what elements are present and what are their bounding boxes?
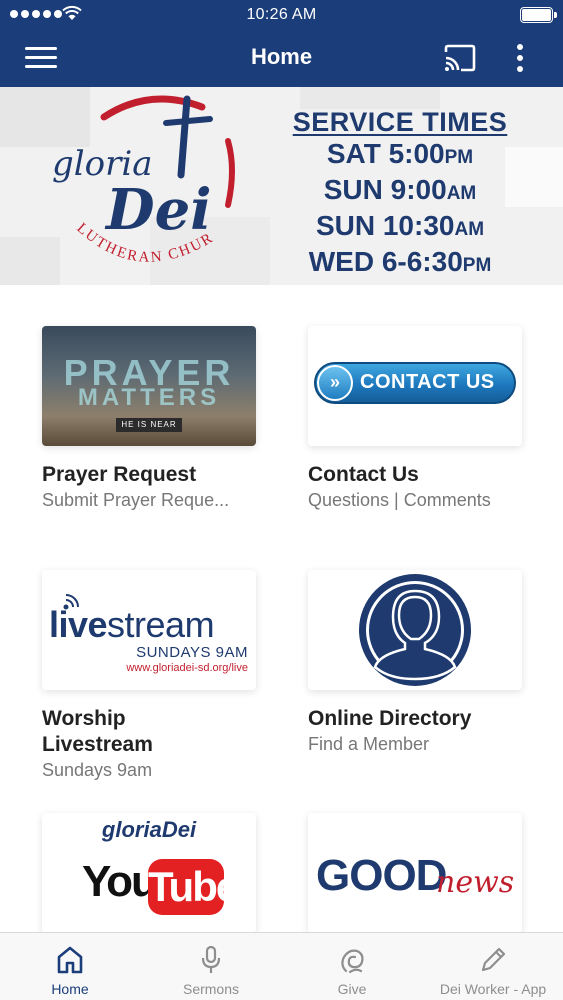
home-icon [57, 946, 83, 974]
service-times-banner[interactable]: gloria Dei LUTHERAN CHURCH SERVICE TIMES… [0, 87, 563, 285]
cast-icon[interactable] [443, 44, 477, 72]
status-bar: 10:26 AM [0, 0, 563, 30]
card-subtitle: Sundays 9am [42, 760, 153, 780]
card-title: Contact Us [308, 463, 419, 486]
livestream-logo-word: livestream [49, 604, 215, 645]
card-worship-livestream[interactable]: livestream SUNDAYS 9AM www.gloriadei-sd.… [42, 570, 256, 781]
contact-us-graphic-text: CONTACT US [360, 371, 495, 393]
youtube-logo-tube: Tube [148, 859, 239, 915]
card-good-news[interactable]: GOOD news [308, 813, 522, 933]
prayer-matters-image: PRAYER MATTERS HE IS NEAR [42, 326, 256, 446]
service-time-line: SUN 9:00AM [323, 174, 477, 205]
card-title: Worship Livestream [42, 707, 153, 756]
good-news-word: GOOD [316, 851, 447, 900]
good-news-script: news [436, 865, 515, 900]
contact-us-image: » CONTACT US [308, 326, 522, 446]
card-contact-us[interactable]: » CONTACT US Contact Us Questions | Comm… [308, 326, 522, 511]
banner-tile [300, 87, 440, 109]
prayer-image-word: MATTERS [77, 384, 221, 411]
livestream-logo-sub: SUNDAYS 9AM [136, 644, 248, 661]
tab-label: Give [337, 981, 367, 997]
app-bar: Home [0, 30, 563, 87]
card-subtitle: Questions | Comments [308, 490, 491, 510]
card-subtitle: Submit Prayer Reque... [42, 490, 230, 510]
service-time-line: WED 6-6:30PM [308, 246, 492, 277]
youtube-brand-word: gloriaDei [101, 817, 197, 842]
prayer-image-banner: HE IS NEAR [116, 418, 182, 432]
livestream-image: livestream SUNDAYS 9AM www.gloriadei-sd.… [42, 570, 256, 690]
battery-icon [520, 7, 557, 23]
tab-label: Sermons [182, 981, 240, 997]
card-title: Prayer Request [42, 463, 197, 486]
service-times-heading: SERVICE TIMES [292, 107, 508, 137]
give-icon [341, 949, 364, 974]
church-logo: gloria Dei LUTHERAN CHURCH [40, 89, 235, 266]
card-youtube[interactable]: gloriaDei You Tube [42, 813, 256, 933]
tab-dei-worker-app[interactable]: Dei Worker - App [423, 933, 563, 1000]
people-icon [359, 574, 471, 686]
card-prayer-request[interactable]: PRAYER MATTERS HE IS NEAR Prayer Request… [42, 326, 256, 511]
status-time: 10:26 AM [246, 6, 317, 23]
youtube-logo-you: You [82, 857, 158, 906]
youtube-image: gloriaDei You Tube [42, 813, 256, 933]
page-title: Home [250, 44, 313, 69]
tab-give[interactable]: Give [282, 933, 422, 1000]
pencil-icon [481, 947, 506, 972]
more-options-icon[interactable] [510, 42, 530, 74]
card-subtitle: Find a Member [308, 734, 430, 754]
card-title: Online Directory [308, 707, 472, 730]
bottom-tab-bar: Home Sermons Give Dei Worker - App [0, 932, 563, 1000]
service-times: SERVICE TIMES SAT 5:00PM SUN 9:00AM SUN … [280, 107, 520, 282]
good-news-image: GOOD news [308, 813, 522, 933]
card-online-directory[interactable]: Online Directory Find a Member [308, 570, 522, 755]
logo-word-dei: Dei [104, 177, 211, 243]
livestream-logo-url: www.gloriadei-sd.org/live [126, 662, 248, 674]
tab-home[interactable]: Home [0, 933, 140, 1000]
contact-us-graphic: » CONTACT US [314, 362, 516, 404]
double-chevron-icon: » [317, 365, 353, 401]
tab-label: Home [51, 981, 89, 997]
microphone-icon [201, 945, 221, 973]
tab-label: Dei Worker - App [439, 981, 547, 997]
directory-image [308, 570, 522, 690]
tab-sermons[interactable]: Sermons [141, 933, 281, 1000]
service-time-line: SAT 5:00PM [326, 138, 474, 169]
service-time-line: SUN 10:30AM [315, 210, 485, 241]
